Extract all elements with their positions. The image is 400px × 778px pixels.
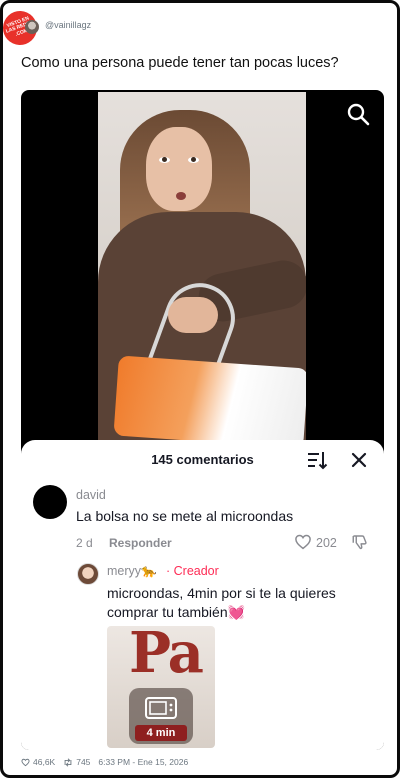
comments-sheet: 145 comentarios david La bolsa no se met… [21, 440, 384, 750]
commenter-avatar[interactable] [33, 485, 67, 519]
comments-count-title: 145 comentarios [151, 452, 254, 467]
retweet-icon [64, 757, 72, 767]
retweet-count: 745 [76, 757, 91, 767]
microwave-icon [145, 697, 177, 719]
pasta-bag [113, 355, 306, 444]
reply-image[interactable]: Pa 4 min [107, 626, 215, 748]
reply-avatar[interactable] [77, 563, 99, 585]
search-icon[interactable] [346, 102, 370, 126]
tweet-media[interactable]: 145 comentarios david La bolsa no se met… [21, 90, 384, 750]
reply-text: microondas, 4min por si te la quieres co… [107, 585, 336, 620]
creator-badge: · Creador [166, 564, 219, 578]
comment-time: 2 d [76, 536, 93, 550]
person-mouth [176, 192, 186, 200]
bag-print-letters: Pa [129, 626, 204, 686]
retweet-stat[interactable]: 745 [63, 757, 90, 767]
reply-button[interactable]: Responder [109, 536, 172, 550]
microwave-time-label: 4 min [135, 725, 187, 741]
dislike-icon[interactable] [351, 533, 369, 551]
author-handle[interactable]: @vainillagz [45, 20, 91, 30]
like-stat[interactable]: 46,6K [21, 757, 55, 767]
microwave-badge: 4 min [129, 688, 193, 744]
person-eye [159, 157, 170, 163]
person-hand [168, 297, 218, 333]
author-avatar[interactable] [25, 20, 39, 34]
close-icon[interactable] [349, 450, 369, 470]
commenter-username[interactable]: david [76, 488, 106, 502]
person-eye [188, 157, 199, 163]
sort-icon[interactable] [306, 449, 328, 471]
tweet-text: Como una persona puede tener tan pocas l… [21, 55, 339, 71]
heart-icon[interactable] [294, 533, 312, 551]
tweet-stats: 46,6K 745 6:33 PM - Ene 15, 2026 [21, 757, 188, 767]
comment-text: La bolsa no se mete al microondas [76, 508, 294, 524]
tweet-card: VISTO EN LAS REDES .COM @vainillagz Como… [0, 0, 400, 778]
like-icon [21, 758, 30, 766]
like-count: 46,6K [33, 757, 56, 767]
reply-username[interactable]: meryy🐆 [107, 564, 157, 579]
tweet-timestamp[interactable]: 6:33 PM - Ene 15, 2026 [98, 757, 188, 767]
comment-like-count: 202 [316, 536, 337, 550]
video-frame[interactable] [98, 92, 306, 444]
